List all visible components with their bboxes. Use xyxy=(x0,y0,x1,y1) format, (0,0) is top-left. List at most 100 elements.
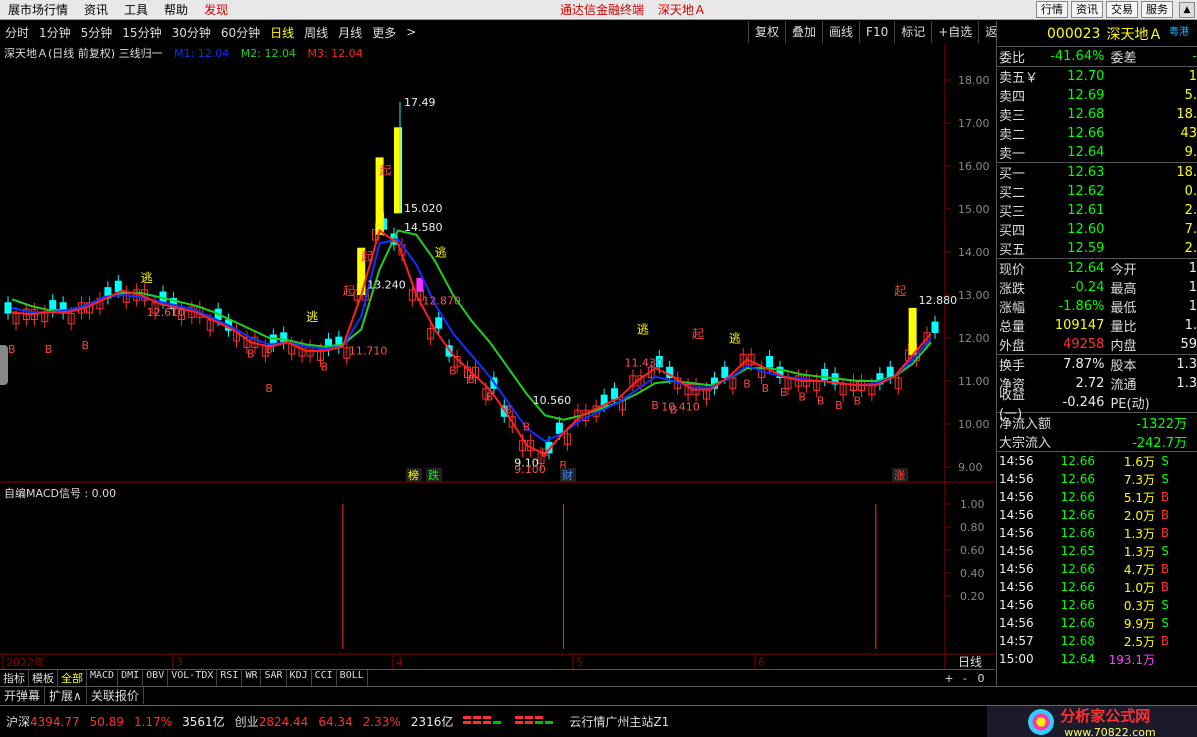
buy-row[interactable]: 买三 12.61 2. xyxy=(997,201,1197,220)
menu-tools[interactable]: 工具 xyxy=(116,1,156,18)
period-tab-weekly[interactable]: 周线 xyxy=(299,24,333,41)
indicator-tab-2[interactable]: 全部 xyxy=(58,670,87,686)
event-label[interactable]: 涨 xyxy=(894,469,905,482)
flow-label: 净流入额 xyxy=(999,417,1052,432)
indicator-tab-7[interactable]: RSI xyxy=(217,670,243,686)
indicator-tab-12[interactable]: BOLL xyxy=(337,670,368,686)
menu-scroll-icon[interactable]: ▲ xyxy=(1179,2,1195,18)
sell-row[interactable]: 卖五￥ 12.70 1 xyxy=(997,67,1197,86)
indicator-tabs: 指标 模板 全部 MACD DMI OBV VOL-TDX RSI WR SAR KDJ CCI BOL… xyxy=(0,669,995,686)
stat-value-2: 1. xyxy=(1184,318,1197,333)
f10-button[interactable]: F10 xyxy=(859,21,894,43)
period-tab-monthly[interactable]: 月线 xyxy=(333,24,367,41)
candle xyxy=(839,377,847,402)
sell-row[interactable]: 卖一 12.64 9. xyxy=(997,143,1197,162)
status-bar: 沪深 4394.77 50.89 1.17% 3561亿 创业 2824.44 … xyxy=(0,705,1197,737)
related-quotes-tab[interactable]: 关联报价 xyxy=(87,687,144,704)
indicator-tab-5[interactable]: OBV xyxy=(143,670,169,686)
buy-row[interactable]: 买四 12.60 7. xyxy=(997,220,1197,239)
macd-axis-label: 0.80 xyxy=(960,521,985,534)
buy-row[interactable]: 买一 12.63 18. xyxy=(997,163,1197,182)
trade-button[interactable]: 交易 xyxy=(1106,1,1138,18)
buy-marker: B xyxy=(651,399,659,412)
quote-button[interactable]: 行情 xyxy=(1036,1,1068,18)
tick-row: 15:00 12.64 193.1万 xyxy=(997,650,1197,668)
tick-direction: B xyxy=(1160,526,1170,540)
period-tab-60min[interactable]: 60分钟 xyxy=(216,24,265,41)
buy-marker: B xyxy=(8,343,16,356)
indicator-tab-1[interactable]: 模板 xyxy=(29,670,58,686)
service-button[interactable]: 服务 xyxy=(1141,1,1173,18)
expand-toggle[interactable]: 扩展∧ xyxy=(45,687,87,704)
sh-value: 4394.77 xyxy=(30,714,80,729)
period-tab-1min[interactable]: 1分钟 xyxy=(34,24,76,41)
axis-period-label: 日线 xyxy=(958,655,982,669)
indicator-tab-9[interactable]: SAR xyxy=(261,670,287,686)
tick-volume: 2.0万 xyxy=(1123,508,1155,523)
month-label: 2022年 xyxy=(6,655,45,669)
stat-value: 2.72 xyxy=(1075,376,1105,391)
draw-line-button[interactable]: 画线 xyxy=(822,21,859,43)
danmaku-toggle[interactable]: 开弹幕 xyxy=(0,687,46,704)
tick-time: 14:57 xyxy=(999,634,1034,648)
escape-signal: 逃 xyxy=(729,331,741,345)
quote-header: 000023 深天地Ａ 粤港 xyxy=(997,21,1197,47)
menu-discover[interactable]: 发现 xyxy=(196,1,236,18)
candle xyxy=(931,315,939,339)
chevron-right-icon[interactable]: > xyxy=(401,25,421,39)
period-tab-5min[interactable]: 5分钟 xyxy=(76,24,118,41)
sell-row[interactable]: 卖四 12.69 5. xyxy=(997,86,1197,105)
buy-marker: B xyxy=(541,446,549,459)
reset-icon[interactable]: 0 xyxy=(973,672,989,685)
zoom-in-icon[interactable]: + xyxy=(941,672,957,685)
indicator-tab-4[interactable]: DMI xyxy=(118,670,144,686)
surge-candle xyxy=(393,127,402,214)
webi-row: 委比 -41.64% 委差 - xyxy=(997,47,1197,66)
news-button[interactable]: 资讯 xyxy=(1071,1,1103,18)
period-tab-daily[interactable]: 日线 xyxy=(265,24,299,41)
server-name[interactable]: 云行情广州主站Z1 xyxy=(569,713,669,730)
stat-value-2: 1.3 xyxy=(1176,376,1197,391)
period-tab-more[interactable]: 更多 xyxy=(367,24,401,41)
period-tab-timeshare[interactable]: 分时 xyxy=(0,24,34,41)
period-tab-30min[interactable]: 30分钟 xyxy=(167,24,216,41)
menu-news[interactable]: 资讯 xyxy=(76,1,116,18)
quote-stats: 现价 12.64 今开 1 涨跌 -0.24 最高 1 涨幅 -1.86% 最低 1 总量 109147 量… xyxy=(997,258,1197,354)
stat-value-2: 1 xyxy=(1188,280,1197,295)
menu-help[interactable]: 帮助 xyxy=(156,1,196,18)
zoom-out-icon[interactable]: - xyxy=(957,672,973,685)
indicator-tab-0[interactable]: 指标 xyxy=(0,670,29,686)
period-tab-15min[interactable]: 15分钟 xyxy=(117,24,166,41)
indicator-tab-3[interactable]: MACD xyxy=(87,670,119,686)
indicator-tab-10[interactable]: KDJ xyxy=(287,670,312,686)
weicha-value: - xyxy=(1192,49,1197,64)
sell-row[interactable]: 卖三 12.68 18. xyxy=(997,105,1197,124)
tick-price: 12.66 xyxy=(1060,472,1095,486)
event-label[interactable]: 财 xyxy=(562,468,573,482)
menu-market[interactable]: 展市场行情 xyxy=(0,1,76,18)
panel-toggle-icon[interactable] xyxy=(0,345,8,385)
buy-row[interactable]: 买五 12.59 2. xyxy=(997,239,1197,258)
price-annotation: 11.710 xyxy=(349,344,388,357)
overlay-button[interactable]: 叠加 xyxy=(785,21,822,43)
sell-price: 12.69 xyxy=(1067,88,1105,103)
mark-button[interactable]: 标记 xyxy=(894,21,931,43)
tick-direction: B xyxy=(1160,562,1170,576)
stat-value-2: 59 xyxy=(1180,337,1197,352)
buy-marker: B xyxy=(486,390,494,403)
kline-chart[interactable]: 18.00 17.00 16.00 15.00 14.00 13.00 12.00 11.00… xyxy=(0,44,995,669)
flow-label: 大宗流入 xyxy=(999,436,1052,451)
stat-value: 49258 xyxy=(1063,337,1105,352)
sell-row[interactable]: 卖二 12.66 43 xyxy=(997,124,1197,143)
price-axis-label: 11.00 xyxy=(958,375,990,388)
indicator-tab-8[interactable]: WR xyxy=(242,670,262,686)
event-label[interactable]: 跌 xyxy=(428,468,439,482)
event-label[interactable]: 榜 xyxy=(408,468,419,482)
indicator-tab-11[interactable]: CCI xyxy=(312,670,337,686)
tick-row: 14:56 12.66 4.7万 B xyxy=(997,560,1197,578)
adjust-button[interactable]: 复权 xyxy=(748,21,785,43)
indicator-tab-6[interactable]: VOL-TDX xyxy=(168,670,218,686)
add-watchlist-button[interactable]: +自选 xyxy=(931,21,978,43)
stat-row: 现价 12.64 今开 1 xyxy=(997,259,1197,278)
buy-row[interactable]: 买二 12.62 0. xyxy=(997,182,1197,201)
